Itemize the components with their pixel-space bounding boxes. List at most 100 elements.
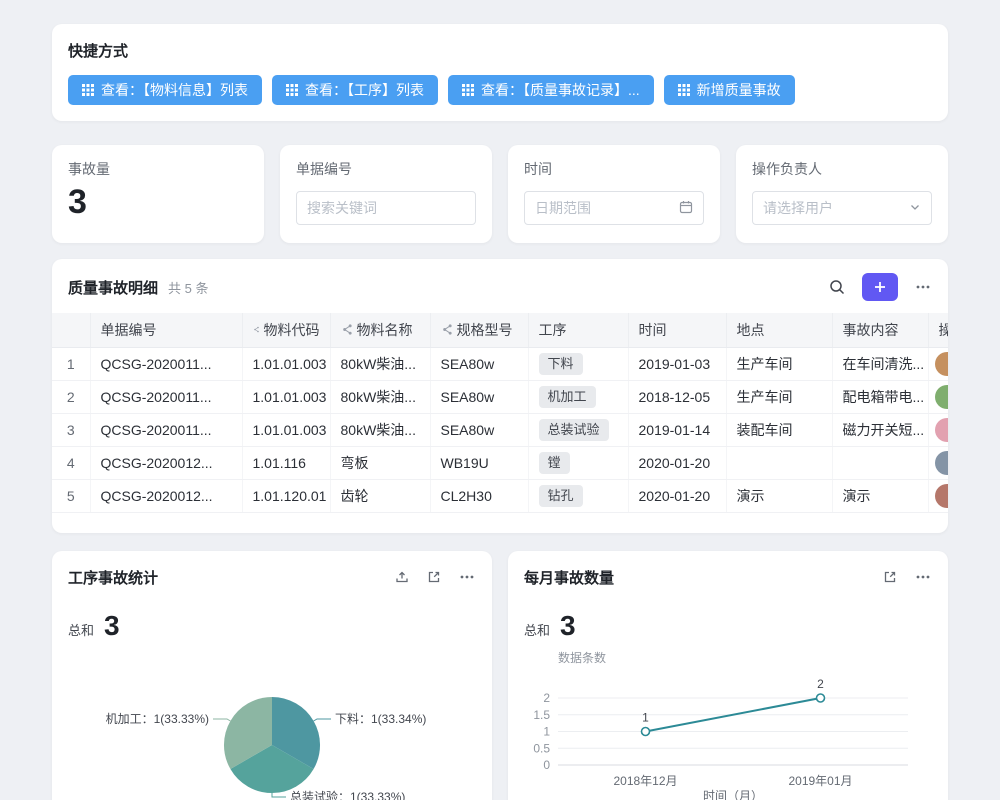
column-header-地点[interactable]: 地点 [726, 313, 832, 347]
table-row[interactable]: 2QCSG-2020011...1.01.01.00380kW柴油...SEA8… [52, 380, 948, 413]
filter-row: 事故量 3 单据编号 时间 日期范围 操作负责人 请选择用户 [52, 145, 948, 243]
column-header-单据编号[interactable]: 单据编号 [90, 313, 242, 347]
row-index: 4 [52, 446, 90, 479]
shortcut-button-3[interactable]: 新增质量事故 [664, 75, 795, 105]
incident-table-body: 1QCSG-2020011...1.01.01.00380kW柴油...SEA8… [52, 347, 948, 512]
column-header-规格型号[interactable]: 规格型号 [430, 313, 528, 347]
table-header-row: 单据编号物料代码物料名称规格型号工序时间地点事故内容操作负责人 [52, 313, 948, 347]
chevron-down-icon [909, 200, 921, 216]
operator-filter-label: 操作负责人 [752, 159, 932, 179]
column-header-工序[interactable]: 工序 [528, 313, 628, 347]
export-button[interactable] [394, 569, 410, 585]
cell-content: 演示 [832, 479, 928, 512]
cell-doc-no: QCSG-2020011... [90, 380, 242, 413]
cell-spec: SEA80w [430, 380, 528, 413]
table-row[interactable]: 4QCSG-2020012...1.01.116弯板WB19U镗2020-01-… [52, 446, 948, 479]
table-row[interactable]: 5QCSG-2020012...1.01.120.01齿轮CL2H30钻孔202… [52, 479, 948, 512]
incident-count-value: 3 [68, 183, 248, 222]
search-button[interactable] [828, 278, 846, 296]
shortcut-button-label: 查看：【工序】列表 [305, 80, 424, 100]
more-icon [914, 568, 932, 586]
open-in-new-icon [882, 569, 898, 585]
avatar [935, 451, 949, 475]
cell-location [726, 446, 832, 479]
cell-spec: CL2H30 [430, 479, 528, 512]
cell-operator [928, 380, 948, 413]
cell-operator [928, 347, 948, 380]
shortcuts-card: 快捷方式 查看：【物料信息】列表查看：【工序】列表查看：【质量事故记录】...新… [52, 24, 948, 121]
cell-doc-no: QCSG-2020012... [90, 479, 242, 512]
avatar [935, 385, 949, 409]
column-header-index [52, 313, 90, 347]
y-tick-label: 0 [543, 758, 550, 772]
column-header-事故内容[interactable]: 事故内容 [832, 313, 928, 347]
column-header-操作负责人[interactable]: 操作负责人 [928, 313, 948, 347]
data-label: 1 [642, 710, 649, 724]
pie-chart: 下料：1(33.34%)总装试验：1(33.33%)机加工：1(33.33%) [68, 648, 476, 800]
cell-content: 配电箱带电... [832, 380, 928, 413]
data-point[interactable] [642, 727, 650, 735]
line-chart-title: 每月事故数量 [524, 567, 614, 588]
y-tick-label: 2 [543, 691, 550, 705]
shortcut-button-0[interactable]: 查看：【物料信息】列表 [68, 75, 262, 105]
pie-label-line [314, 719, 331, 721]
cell-spec: SEA80w [430, 347, 528, 380]
incident-table-card: 质量事故明细 共 5 条 单据编号物料代码物料名称规格型号工序时间地点事故内容操… [52, 259, 948, 533]
cell-process: 镗 [528, 446, 628, 479]
doc-number-label: 单据编号 [296, 159, 476, 179]
relation-icon [341, 324, 352, 335]
table-title: 质量事故明细 [68, 277, 158, 298]
avatar [935, 418, 949, 442]
pie-more-button[interactable] [458, 568, 476, 586]
line-more-button[interactable] [914, 568, 932, 586]
avatar [935, 484, 949, 508]
cell-material-name: 齿轮 [330, 479, 430, 512]
calendar-icon [679, 200, 693, 217]
grid-icon [82, 84, 94, 96]
cell-process: 机加工 [528, 380, 628, 413]
column-header-物料代码[interactable]: 物料代码 [242, 313, 330, 347]
cell-location: 生产车间 [726, 380, 832, 413]
x-tick-label: 2018年12月 [613, 774, 677, 788]
shortcut-button-2[interactable]: 查看：【质量事故记录】... [448, 75, 654, 105]
pie-slice-label: 下料：1(33.34%) [335, 712, 426, 726]
process-stats-card: 工序事故统计 总和 3 下料：1(33.34%)总装试验：1(33. [52, 551, 492, 800]
cell-date: 2020-01-20 [628, 479, 726, 512]
cell-date: 2020-01-20 [628, 446, 726, 479]
operator-filter-card: 操作负责人 请选择用户 [736, 145, 948, 243]
operator-select-placeholder: 请选择用户 [763, 198, 833, 218]
incident-count-card: 事故量 3 [52, 145, 264, 243]
data-point[interactable] [817, 694, 825, 702]
doc-number-filter-card: 单据编号 [280, 145, 492, 243]
cell-material-name: 80kW柴油... [330, 347, 430, 380]
open-fullscreen-button[interactable] [426, 569, 442, 585]
table-row[interactable]: 3QCSG-2020011...1.01.01.00380kW柴油...SEA8… [52, 413, 948, 446]
y-tick-label: 1 [543, 724, 550, 738]
doc-number-search-input[interactable] [296, 191, 476, 225]
plus-icon [873, 280, 887, 294]
table-row[interactable]: 1QCSG-2020011...1.01.01.00380kW柴油...SEA8… [52, 347, 948, 380]
row-index: 3 [52, 413, 90, 446]
shortcut-button-1[interactable]: 查看：【工序】列表 [272, 75, 438, 105]
column-header-时间[interactable]: 时间 [628, 313, 726, 347]
shortcut-button-label: 查看：【物料信息】列表 [101, 80, 248, 100]
column-header-物料名称[interactable]: 物料名称 [330, 313, 430, 347]
table-more-button[interactable] [914, 278, 932, 296]
incident-table: 单据编号物料代码物料名称规格型号工序时间地点事故内容操作负责人 1QCSG-20… [52, 313, 948, 513]
cell-doc-no: QCSG-2020011... [90, 413, 242, 446]
monthly-count-card: 每月事故数量 总和 3 00.511.52数据条数12018年12月22019年… [508, 551, 948, 800]
open-fullscreen-button[interactable] [882, 569, 898, 585]
operator-select[interactable]: 请选择用户 [752, 191, 932, 225]
avatar [935, 352, 949, 376]
table-scroll-area[interactable]: 单据编号物料代码物料名称规格型号工序时间地点事故内容操作负责人 1QCSG-20… [52, 313, 948, 513]
incident-count-label: 事故量 [68, 159, 248, 179]
date-range-input[interactable]: 日期范围 [524, 191, 704, 225]
add-record-button[interactable] [862, 273, 898, 301]
cell-material-code: 1.01.120.01 [242, 479, 330, 512]
cell-date: 2018-12-05 [628, 380, 726, 413]
pie-slice-label: 机加工：1(33.33%) [106, 712, 209, 726]
cell-operator [928, 413, 948, 446]
pie-label-line [213, 719, 230, 721]
cell-content: 在车间清洗... [832, 347, 928, 380]
process-tag: 镗 [539, 452, 570, 474]
